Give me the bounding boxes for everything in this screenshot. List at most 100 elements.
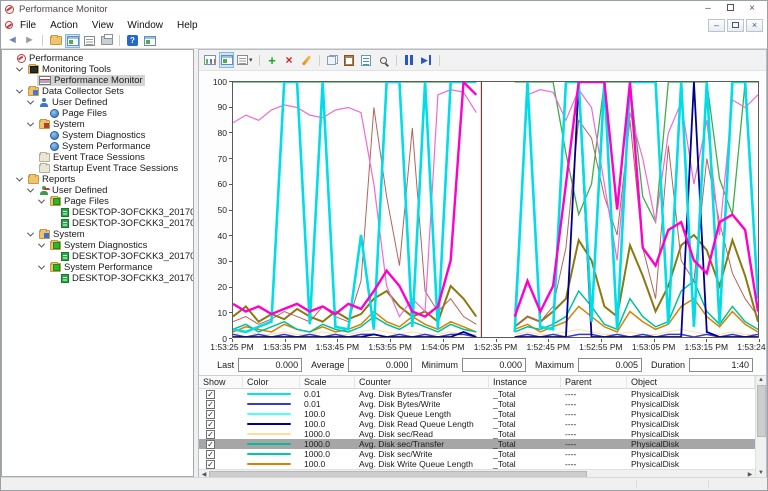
counter-color-swatch [247,423,291,425]
print-button[interactable] [99,34,114,48]
expand-chevron-icon[interactable] [38,241,45,248]
counter-row-avg-disk-sec-read[interactable]: ✓1000.0Avg. Disk sec/Read_Total----Physi… [199,429,755,439]
child-restore-button[interactable] [727,19,744,32]
up-one-level-button[interactable] [48,34,63,48]
menu-window[interactable]: Window [120,20,170,31]
tree-item-desktop-3ofckk3-20170214-000001[interactable]: DESKTOP-3OFCKK3_20170214-000001 [2,251,193,262]
show-checkbox[interactable]: ✓ [206,420,215,429]
counter-row-avg-disk-sec-write[interactable]: ✓1000.0Avg. Disk sec/Write_Total----Phys… [199,449,755,459]
show-checkbox[interactable]: ✓ [206,410,215,419]
counter-row-avg-disk-bytes-transfer[interactable]: ✓0.01Avg. Disk Bytes/Transfer_Total----P… [199,389,755,399]
counter-row-avg-disk-write-queue-length[interactable]: ✓100.0Avg. Disk Write Queue Length_Total… [199,459,755,469]
vertical-scrollbar[interactable]: ▲ ▼ [755,376,766,478]
tree-item-performance-monitor[interactable]: Performance Monitor [2,75,193,86]
show-checkbox[interactable]: ✓ [206,430,215,439]
performance-graph[interactable] [232,81,759,338]
cell-scale: 1000.0 [300,439,355,449]
x-axis-label: 1:53:15 PM [685,342,728,352]
child-close-button[interactable]: × [746,19,763,32]
cell-parent: ---- [561,449,627,459]
expand-chevron-icon[interactable] [27,186,34,193]
column-header-color[interactable]: Color [243,376,300,388]
properties-button[interactable] [359,52,374,68]
expand-chevron-icon[interactable] [27,120,34,127]
view-type-button[interactable] [202,52,217,68]
tree-item-system[interactable]: System [2,119,193,130]
x-axis-label: 1:54:05 PM [421,342,464,352]
update-data-button[interactable]: ▶ [419,52,434,68]
minimize-button[interactable]: – [697,2,719,16]
expand-chevron-icon[interactable] [27,98,34,105]
column-header-counter[interactable]: Counter [355,376,489,388]
tree-item-system-diagnostics[interactable]: System Diagnostics [2,130,193,141]
counter-row-avg-disk-sec-transfer[interactable]: ✓1000.0Avg. Disk sec/Transfer_Total----P… [199,439,755,449]
counter-row-avg-disk-queue-length[interactable]: ✓100.0Avg. Disk Queue Length_Total----Ph… [199,409,755,419]
show-checkbox[interactable]: ✓ [206,460,215,469]
export-list-button[interactable] [82,34,97,48]
add-counter-button[interactable]: + [265,52,280,68]
show-hide-console-tree-button[interactable] [65,34,80,48]
tree-item-monitoring-tools[interactable]: Monitoring Tools [2,64,193,75]
copy-properties-button[interactable] [325,52,340,68]
freeze-display-button[interactable] [402,52,417,68]
tree-item-label: System Performance [62,141,151,152]
column-header-instance[interactable]: Instance [489,376,561,388]
tree-item-system-diagnostics[interactable]: System Diagnostics [2,240,193,251]
tree-item-label: Page Files [64,196,109,207]
counter-row-avg-disk-bytes-write[interactable]: ✓0.01Avg. Disk Bytes/Write_Total----Phys… [199,399,755,409]
show-checkbox[interactable]: ✓ [206,390,215,399]
counter-color-swatch [247,413,291,415]
show-checkbox[interactable]: ✓ [206,440,215,449]
expand-chevron-icon[interactable] [16,175,23,182]
menu-view[interactable]: View [85,20,121,31]
counter-row-avg-disk-read-queue-length[interactable]: ✓100.0Avg. Disk Read Queue Length_Total-… [199,419,755,429]
show-checkbox[interactable]: ✓ [206,450,215,459]
tree-item-system-performance[interactable]: System Performance [2,141,193,152]
menu-file[interactable]: File [13,20,43,31]
column-header-object[interactable]: Object [627,376,755,388]
maximize-button[interactable] [719,2,741,16]
scroll-up-arrow[interactable]: ▲ [758,376,764,385]
cell-counter: Avg. Disk Read Queue Length [355,419,489,429]
tree-item-user-defined[interactable]: User Defined [2,97,193,108]
expand-chevron-icon[interactable] [16,65,23,72]
expand-chevron-icon[interactable] [38,197,45,204]
tree-item-performance[interactable]: Performance [2,53,193,64]
tree-item-data-collector-sets[interactable]: Data Collector Sets [2,86,193,97]
forward-button[interactable]: ► [22,34,37,48]
back-button[interactable]: ◄ [5,34,20,48]
tree-item-startup-event-trace-sessions[interactable]: Startup Event Trace Sessions [2,163,193,174]
expand-chevron-icon[interactable] [38,263,45,270]
x-axis-tick [232,339,233,342]
tree-item-desktop-3ofckk3-20170214-000003[interactable]: DESKTOP-3OFCKK3_20170214-000003 [2,218,193,229]
vertical-scroll-thumb[interactable] [757,385,766,437]
view-current-activity-button[interactable] [219,52,234,68]
menu-help[interactable]: Help [170,20,205,31]
tree-item-system[interactable]: System [2,229,193,240]
tree-item-page-files[interactable]: Page Files [2,108,193,119]
delete-counter-button[interactable]: × [282,52,297,68]
view-log-data-button[interactable]: ▾ [236,52,254,68]
show-window-button[interactable] [142,34,157,48]
tree-item-system-performance[interactable]: System Performance [2,262,193,273]
close-button[interactable]: × [741,2,763,16]
expand-chevron-icon[interactable] [16,87,23,94]
tree-item-reports[interactable]: Reports [2,174,193,185]
tree-item-page-files[interactable]: Page Files [2,196,193,207]
help-button[interactable]: ? [125,34,140,48]
menu-action[interactable]: Action [43,20,85,31]
tree-item-event-trace-sessions[interactable]: Event Trace Sessions [2,152,193,163]
zoom-button[interactable] [376,52,391,68]
tree-item-desktop-3ofckk3-20170214-000001[interactable]: DESKTOP-3OFCKK3_20170214-000001 [2,207,193,218]
tree-item-desktop-3ofckk3-20170214-000002[interactable]: DESKTOP-3OFCKK3_20170214-000002 [2,273,193,284]
highlight-button[interactable] [299,52,314,68]
column-header-show[interactable]: Show [199,376,243,388]
paste-counter-list-button[interactable] [342,52,357,68]
dropdown-caret-icon[interactable]: ▾ [249,56,253,64]
column-header-parent[interactable]: Parent [561,376,627,388]
column-header-scale[interactable]: Scale [300,376,355,388]
tree-item-user-defined[interactable]: User Defined [2,185,193,196]
child-minimize-button[interactable]: – [708,19,725,32]
show-checkbox[interactable]: ✓ [206,400,215,409]
expand-chevron-icon[interactable] [27,230,34,237]
